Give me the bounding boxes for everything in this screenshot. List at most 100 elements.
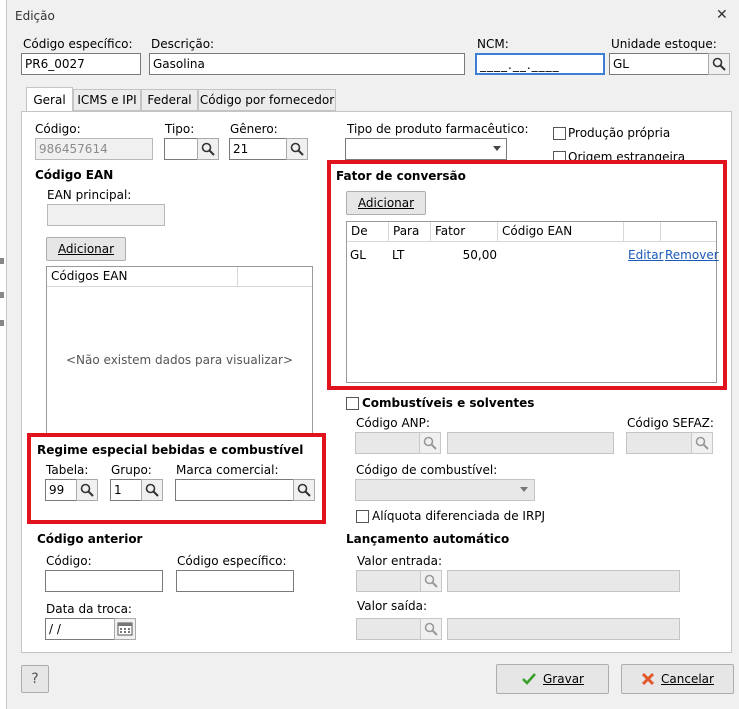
check-icon (522, 673, 536, 685)
ean-principal-label: EAN principal: (47, 188, 132, 202)
magnifier-icon (297, 483, 311, 497)
producao-propria-label: Produção própria (568, 126, 671, 140)
codigo-anterior-section-title: Código anterior (37, 532, 143, 546)
valor-entrada-input (356, 570, 421, 592)
tabela-input[interactable]: 99 (45, 479, 77, 501)
descricao-input[interactable]: Gasolina (149, 53, 465, 75)
codigo-label: Código: (35, 122, 81, 136)
codigo-sefaz-search-button (691, 432, 713, 454)
ean-grid-column-header: Códigos EAN (47, 267, 238, 286)
ncm-label: NCM: (477, 37, 509, 51)
lancamento-section-title: Lançamento automático (346, 532, 510, 546)
cancel-button-label: Cancelar (661, 672, 714, 686)
dialog-title: Edição (15, 9, 55, 23)
edit-dialog: Edição ✕ Código específico: PR6_0027 Des… (6, 0, 739, 709)
genero-search-button[interactable] (286, 138, 308, 160)
combustiveis-section-title: Combustíveis e solventes (362, 396, 535, 410)
highlight-box-fator (327, 160, 727, 390)
add-ean-button[interactable]: Adicionar (46, 237, 126, 261)
ean-grid: Códigos EAN <Não existem dados para visu… (46, 266, 313, 434)
codigo-anp-description (447, 432, 614, 454)
tab-geral[interactable]: Geral (26, 87, 73, 112)
codigo-combustivel-select (355, 479, 535, 501)
codigo-input: 986457614 (35, 138, 153, 160)
tipo-farmaceutico-label: Tipo de produto farmacêutico: (347, 122, 529, 136)
background-edge-mark (0, 258, 4, 264)
data-troca-input[interactable]: / / (45, 618, 115, 640)
descricao-label: Descrição: (151, 37, 215, 51)
close-icon[interactable]: ✕ (716, 7, 728, 23)
combustiveis-checkbox[interactable] (346, 397, 359, 410)
aliquota-checkbox[interactable] (356, 510, 369, 523)
chevron-down-icon (520, 487, 528, 492)
codigo-combustivel-label: Código de combustível: (356, 463, 498, 477)
background-edge-mark (0, 320, 4, 326)
ncm-input[interactable]: ____.__.____ (475, 53, 605, 75)
grupo-input[interactable]: 1 (110, 479, 142, 501)
codigo-ean-section-title: Código EAN (35, 168, 114, 182)
codigo-especifico-anterior-label: Código específico: (177, 554, 287, 568)
magnifier-icon (423, 436, 437, 450)
codigo-especifico-input[interactable]: PR6_0027 (21, 53, 141, 75)
magnifier-icon (424, 574, 438, 588)
codigo-sefaz-input (626, 432, 692, 454)
codigo-anterior-label: Código: (46, 554, 92, 568)
magnifier-icon (424, 622, 438, 636)
codigo-anp-search-button (419, 432, 441, 454)
tipo-farmaceutico-select[interactable] (345, 138, 507, 160)
ean-principal-input (47, 204, 165, 226)
valor-entrada-label: Valor entrada: (357, 554, 443, 568)
valor-entrada-description (447, 570, 680, 592)
codigo-anterior-input[interactable] (45, 570, 163, 592)
codigo-sefaz-label: Código SEFAZ: (627, 416, 714, 430)
tab-codigo-fornecedor[interactable]: Código por fornecedor (198, 89, 336, 111)
valor-saida-search-button (420, 618, 442, 640)
background-edge-mark (0, 292, 4, 298)
unidade-estoque-label: Unidade estoque: (611, 37, 717, 51)
marca-search-button[interactable] (293, 479, 315, 501)
magnifier-icon (201, 142, 215, 156)
genero-label: Gênero: (230, 122, 278, 136)
tabela-label: Tabela: (46, 463, 89, 477)
tab-icms-ipi[interactable]: ICMS e IPI (73, 89, 141, 111)
data-troca-label: Data da troca: (46, 602, 132, 616)
cancel-button[interactable]: Cancelar (621, 664, 734, 694)
save-button[interactable]: Gravar (496, 664, 609, 694)
save-button-label: Gravar (543, 672, 584, 686)
valor-saida-label: Valor saída: (357, 599, 428, 613)
codigo-especifico-label: Código específico: (23, 37, 133, 51)
tipo-search-button[interactable] (197, 138, 219, 160)
grupo-search-button[interactable] (141, 479, 163, 501)
marca-comercial-input[interactable] (175, 479, 294, 501)
unidade-search-button[interactable] (708, 53, 730, 75)
producao-propria-checkbox[interactable] (553, 127, 566, 140)
unidade-estoque-input[interactable]: GL (609, 53, 709, 75)
genero-input[interactable]: 21 (229, 138, 287, 160)
marca-comercial-label: Marca comercial: (176, 463, 279, 477)
valor-saida-input (356, 618, 421, 640)
chevron-down-icon (493, 146, 501, 151)
magnifier-icon (695, 436, 709, 450)
codigo-anp-input (355, 432, 420, 454)
aliquota-label: Alíquota diferenciada de IRPJ (372, 509, 546, 523)
help-button[interactable]: ? (21, 665, 49, 693)
calendar-button[interactable] (114, 618, 136, 640)
codigo-anp-label: Código ANP: (356, 416, 430, 430)
magnifier-icon (712, 57, 726, 71)
valor-entrada-search-button (420, 570, 442, 592)
calendar-icon (117, 622, 133, 636)
tabela-search-button[interactable] (76, 479, 98, 501)
tipo-input[interactable] (164, 138, 198, 160)
magnifier-icon (80, 483, 94, 497)
magnifier-icon (145, 483, 159, 497)
codigo-especifico-anterior-input[interactable] (176, 570, 294, 592)
regime-especial-section-title: Regime especial bebidas e combustível (37, 443, 304, 457)
magnifier-icon (290, 142, 304, 156)
tipo-label: Tipo: (165, 122, 195, 136)
ean-grid-empty-text: <Não existem dados para visualizar> (65, 353, 293, 367)
ean-grid-header: Códigos EAN (47, 267, 312, 287)
valor-saida-description (447, 618, 680, 640)
tab-federal[interactable]: Federal (141, 89, 198, 111)
grupo-label: Grupo: (111, 463, 152, 477)
x-icon (641, 672, 655, 686)
